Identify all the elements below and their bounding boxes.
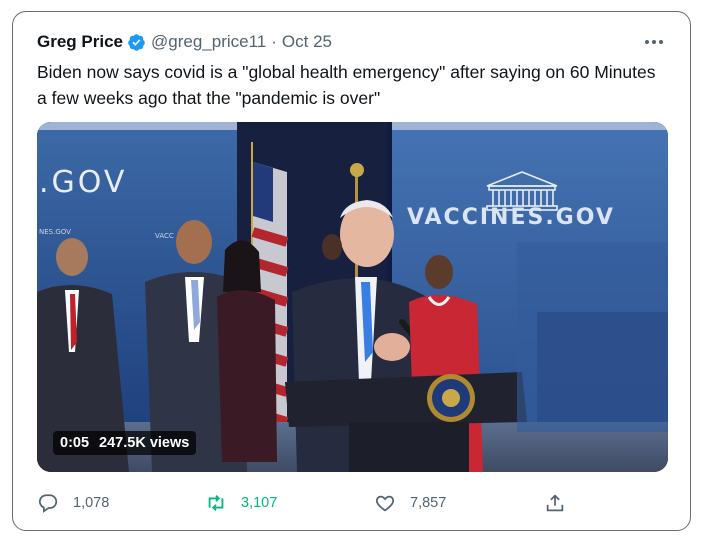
video-views: 247.5K views — [99, 435, 190, 451]
like-button[interactable]: 7,857 — [374, 490, 446, 516]
share-icon — [546, 494, 564, 512]
reply-icon — [38, 494, 58, 513]
backdrop-vaccines-text: VACCINES.GOV — [407, 205, 615, 230]
retweet-count: 3,107 — [241, 495, 278, 511]
backdrop-gov-text: .GOV — [39, 165, 127, 200]
like-count: 7,857 — [410, 495, 447, 511]
backdrop-small-text: NES.GOV — [39, 228, 71, 236]
tweet-header: Greg Price @greg_price11 · Oct 25 — [37, 31, 332, 53]
heart-icon — [375, 495, 395, 512]
author-handle[interactable]: @greg_price11 — [151, 32, 266, 52]
tweet-date[interactable]: Oct 25 — [282, 32, 332, 52]
more-options-icon[interactable] — [642, 31, 666, 53]
backdrop-small-text-2: VACC — [155, 232, 174, 240]
video-frame: .GOV NES.GOV VACC VACCINES.GOV — [37, 122, 668, 472]
reply-count: 1,078 — [73, 495, 110, 511]
retweet-icon — [208, 495, 224, 511]
author-name[interactable]: Greg Price — [37, 32, 123, 52]
video-info-overlay: 0:05 247.5K views — [53, 431, 197, 455]
retweet-button[interactable]: 3,107 — [205, 490, 277, 516]
tweet-text: Biden now says covid is a "global health… — [37, 62, 656, 108]
reply-button[interactable]: 1,078 — [37, 490, 109, 516]
share-button[interactable] — [544, 490, 566, 516]
verified-badge-icon — [128, 33, 145, 51]
video-player[interactable]: .GOV NES.GOV VACC VACCINES.GOV 0:05 247.… — [37, 122, 668, 472]
video-duration: 0:05 — [60, 435, 90, 451]
tweet-card[interactable]: Greg Price @greg_price11 · Oct 25 Biden … — [12, 11, 691, 531]
tweet-actions: 1,078 3,107 7,857 — [37, 490, 667, 516]
separator-dot: · — [271, 32, 277, 51]
